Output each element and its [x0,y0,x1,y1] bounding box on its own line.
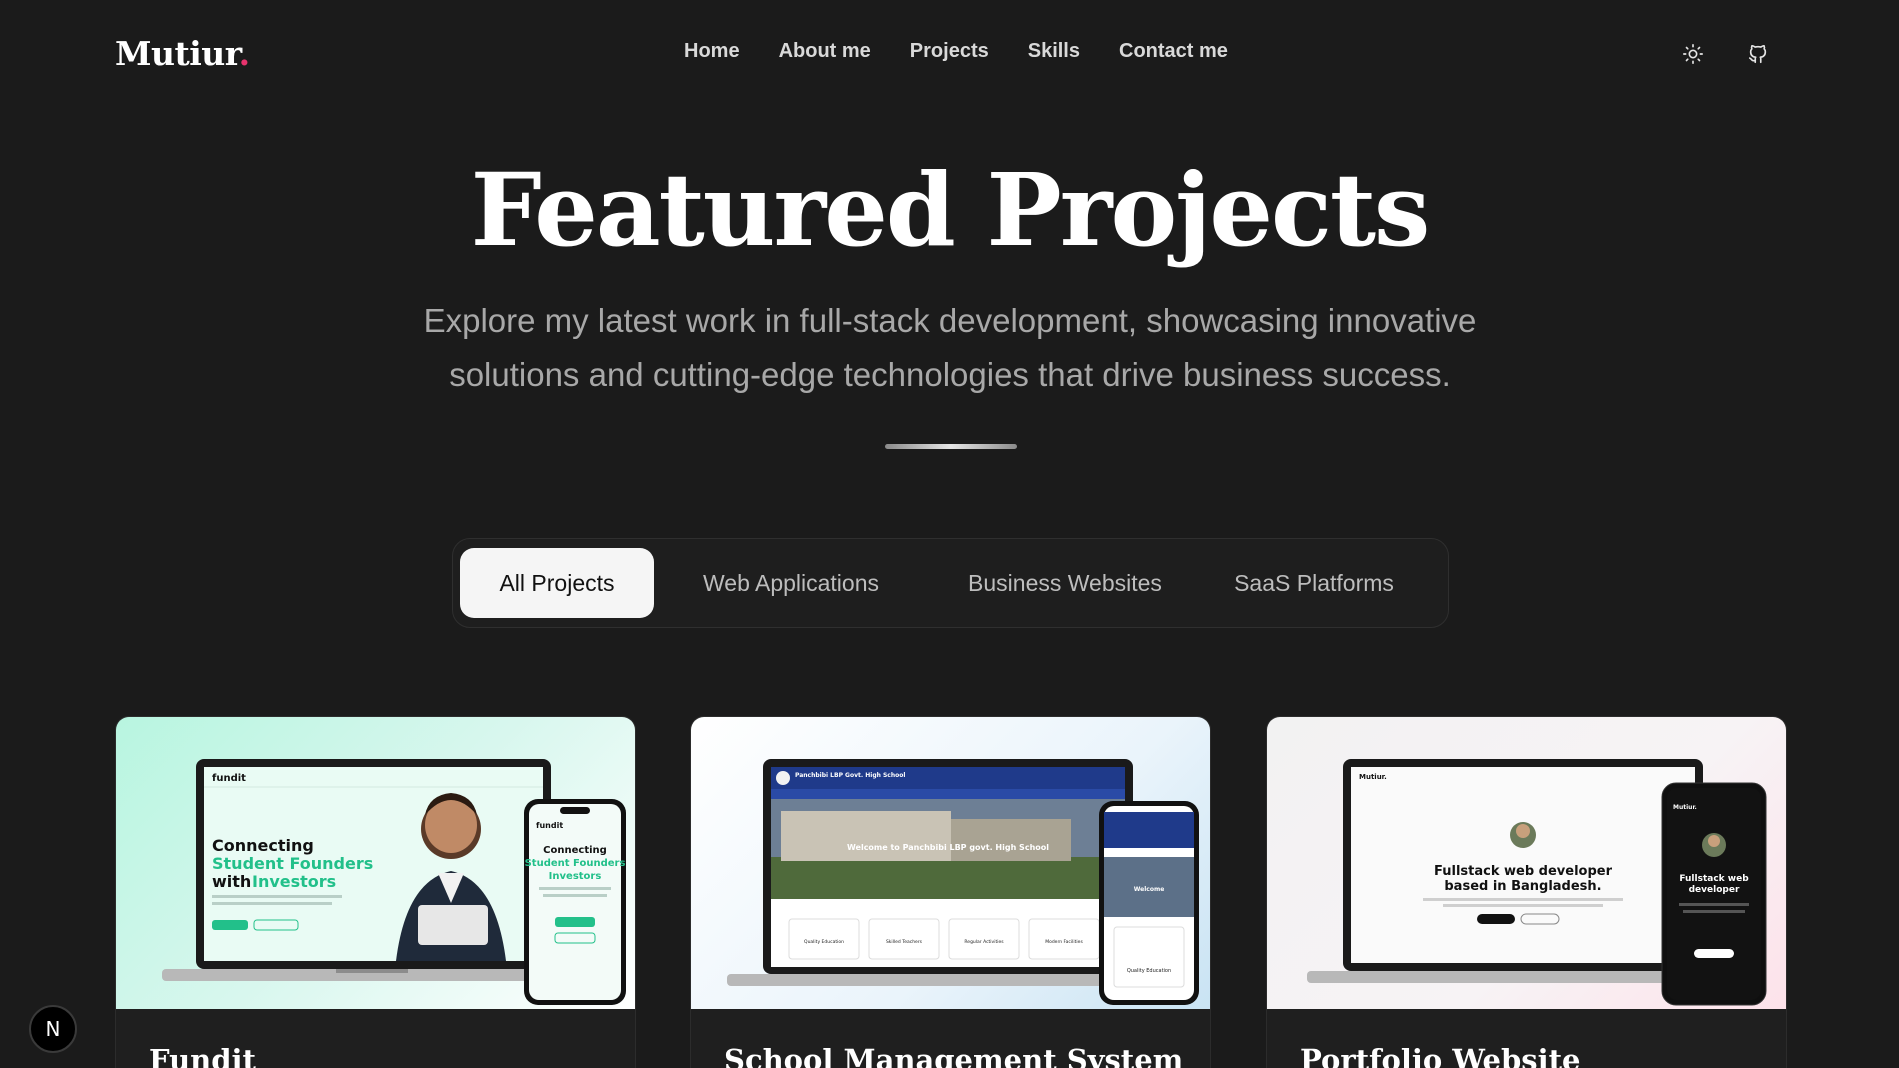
preview-heading-line1: Connecting [212,836,314,855]
main-nav: Home About me Projects Skills Contact me [684,40,1228,63]
svg-text:fundit: fundit [536,821,563,830]
project-preview-image: Panchbibi LBP Govt. High School Welcome … [691,717,1210,1009]
svg-text:Modern Facilities: Modern Facilities [1045,939,1083,945]
nav-contact[interactable]: Contact me [1119,40,1228,63]
tab-business-websites[interactable]: Business Websites [928,548,1202,618]
project-filter-tabs: All Projects Web Applications Business W… [452,538,1449,628]
logo[interactable]: Mutiur. [115,34,250,73]
svg-text:Quality Education: Quality Education [1127,968,1171,974]
project-title: Fundit [149,1043,256,1068]
site-header: Mutiur. Home About me Projects Skills Co… [0,0,1899,108]
project-card-fundit[interactable]: fundit Connecting Student Founders with … [115,716,636,1068]
nav-home[interactable]: Home [684,40,740,63]
tab-web-applications[interactable]: Web Applications [654,548,928,618]
svg-text:Fullstack web: Fullstack web [1679,874,1749,884]
svg-text:Quality Education: Quality Education [804,939,844,945]
nav-about[interactable]: About me [779,40,871,63]
title-divider [885,444,1017,449]
svg-text:Mutiur.: Mutiur. [1673,804,1697,811]
svg-text:Mutiur.: Mutiur. [1359,773,1387,781]
svg-text:Regular Activities: Regular Activities [964,939,1004,945]
svg-text:developer: developer [1689,885,1740,895]
tab-saas-platforms[interactable]: SaaS Platforms [1202,548,1426,618]
project-preview-image: fundit Connecting Student Founders with … [116,717,635,1009]
preview-heading-line4: Investors [252,872,336,891]
nav-skills[interactable]: Skills [1028,40,1080,63]
preview-heading-line3: with [212,872,251,891]
project-card-portfolio[interactable]: Mutiur. Fullstack web developer based in… [1266,716,1787,1068]
project-card-school-management[interactable]: Panchbibi LBP Govt. High School Welcome … [690,716,1211,1068]
project-title: Portfolio Website [1300,1043,1581,1068]
svg-text:Connecting: Connecting [543,845,607,856]
project-preview-image: Mutiur. Fullstack web developer based in… [1267,717,1786,1009]
sun-icon[interactable] [1681,42,1705,66]
github-icon[interactable] [1746,42,1770,66]
school-banner: Welcome to Panchbibi LBP govt. High Scho… [847,843,1049,852]
svg-text:Welcome: Welcome [1134,886,1165,893]
svg-text:Investors: Investors [549,871,602,882]
page-title: Featured Projects [470,151,1431,269]
svg-text:Student Founders: Student Founders [525,858,626,869]
portfolio-headline-2: based in Bangladesh. [1444,879,1601,894]
nav-projects[interactable]: Projects [910,40,989,63]
dev-tools-badge[interactable]: N [29,1005,77,1053]
project-title: School Management System [724,1043,1184,1068]
page-subtitle: Explore my latest work in full-stack dev… [423,302,1477,393]
preview-heading-line2: Student Founders [212,854,373,873]
fundit-logo: fundit [212,773,246,784]
portfolio-headline-1: Fullstack web developer [1434,864,1613,879]
school-name: Panchbibi LBP Govt. High School [795,772,905,779]
svg-text:Skilled Teachers: Skilled Teachers [886,939,923,945]
tab-all-projects[interactable]: All Projects [460,548,654,618]
